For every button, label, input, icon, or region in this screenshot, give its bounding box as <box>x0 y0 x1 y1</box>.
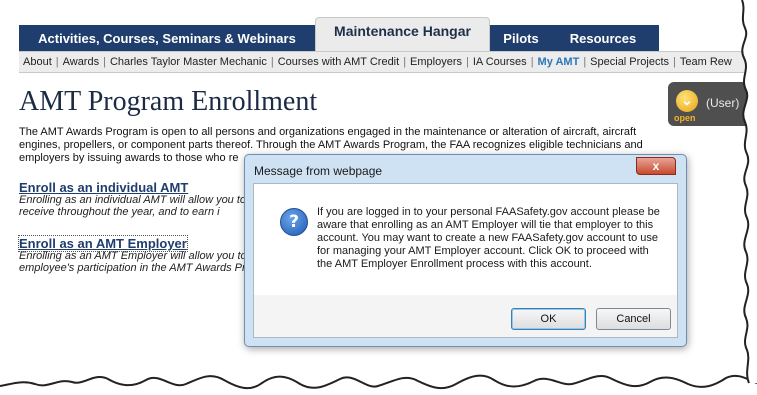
tab-activities[interactable]: Activities, Courses, Seminars & Webinars <box>19 25 315 51</box>
subnav-employers[interactable]: Employers <box>408 56 464 68</box>
chevron-down-icon: ⌄ <box>676 90 698 112</box>
subnav-separator: | <box>530 56 534 68</box>
subnav-team-rewards[interactable]: Team Rew <box>678 56 734 68</box>
sub-nav: About | Awards | Charles Taylor Master Mecha… <box>19 51 757 73</box>
subnav-separator: | <box>55 56 59 68</box>
badge-status: open <box>674 113 696 123</box>
page: Activities, Courses, Seminars & Webinars… <box>0 0 757 395</box>
enroll-individual-link[interactable]: Enroll as an individual AMT <box>19 180 188 195</box>
subnav-separator: | <box>103 56 106 68</box>
dialog-title: Message from webpage <box>254 164 383 178</box>
enroll-individual-desc: Enrolling as an individual AMT will allo… <box>19 194 267 218</box>
subnav-charles-taylor[interactable]: Charles Taylor Master Mechanic <box>108 56 269 68</box>
tab-resources[interactable]: Resources <box>557 25 649 51</box>
tab-pilots[interactable]: Pilots <box>491 25 551 51</box>
subnav-special-projects[interactable]: Special Projects <box>588 56 671 68</box>
ok-button[interactable]: OK <box>511 308 586 330</box>
subnav-separator: | <box>270 56 274 68</box>
badge-user-label: (User) <box>706 96 740 110</box>
subnav-about[interactable]: About <box>19 56 54 68</box>
cancel-button[interactable]: Cancel <box>596 308 671 330</box>
dialog-message: If you are logged in to your personal FA… <box>317 206 660 270</box>
subnav-ia-courses[interactable]: IA Courses <box>471 56 529 68</box>
dialog-message-panel: ? If you are logged in to your personal … <box>254 184 677 295</box>
enroll-employer-link[interactable]: Enroll as an AMT Employer <box>18 235 188 252</box>
enroll-employer-desc: Enrolling as an AMT Employer will allow … <box>19 250 247 274</box>
subnav-separator: | <box>466 56 469 68</box>
subnav-awards[interactable]: Awards <box>61 56 101 68</box>
dialog-close-button[interactable]: x <box>636 157 676 175</box>
question-icon: ? <box>280 208 308 236</box>
message-dialog: Message from webpage x ? If you are logg… <box>244 154 687 347</box>
subnav-courses-amt-credit[interactable]: Courses with AMT Credit <box>276 56 401 68</box>
user-badge[interactable]: ⌄ open (User) <box>668 82 757 126</box>
subnav-my-amt[interactable]: My AMT <box>536 56 582 68</box>
tab-maintenance-hangar[interactable]: Maintenance Hangar <box>315 17 490 51</box>
dialog-body: ? If you are logged in to your personal … <box>253 183 678 338</box>
page-title: AMT Program Enrollment <box>19 86 318 117</box>
subnav-separator: | <box>673 56 676 68</box>
